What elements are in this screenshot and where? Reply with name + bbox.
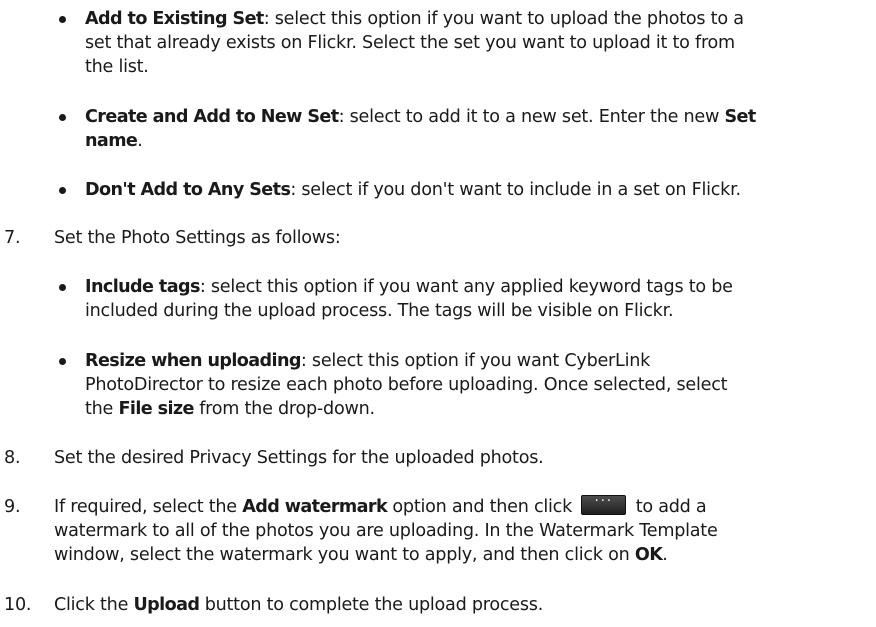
text-line: .	[662, 545, 668, 565]
list-item: Resize when uploading: select this optio…	[59, 349, 849, 421]
step-item: 10. Click the Upload button to complete …	[4, 593, 854, 617]
text-line: the	[85, 399, 119, 419]
text-line: from the drop-down.	[193, 399, 375, 419]
text-line: Click the	[54, 595, 134, 615]
text-line: button to complete the upload process.	[199, 595, 544, 615]
step-number: 9.	[4, 497, 21, 517]
option-term: Resize when uploading	[85, 351, 302, 371]
step-number: 10.	[4, 595, 32, 615]
option-term: Include tags	[85, 277, 200, 297]
list-item-text: Include tags: select this option if you …	[85, 275, 849, 323]
option-term: Add watermark	[242, 497, 388, 517]
bullet-icon	[59, 284, 66, 291]
step-text: Click the Upload button to complete the …	[54, 593, 854, 617]
list-item-text: Don't Add to Any Sets: select if you don…	[85, 178, 849, 202]
option-term: Don't Add to Any Sets	[85, 180, 291, 200]
bullet-icon	[59, 16, 66, 23]
more-options-button[interactable]: ···	[581, 494, 627, 515]
bullet-icon	[59, 358, 66, 365]
text-line: : select this option if you want CyberLi…	[300, 351, 651, 371]
list-item-text: Create and Add to New Set: select to add…	[85, 105, 849, 153]
list-item: Include tags: select this option if you …	[59, 275, 849, 323]
bullet-icon	[59, 114, 66, 121]
option-term: name	[85, 131, 138, 151]
text-line: PhotoDirector to resize each photo befor…	[85, 375, 728, 395]
text-line: window, select the watermark you want to…	[54, 545, 635, 565]
text-line: set that already exists on Flickr. Selec…	[85, 33, 735, 53]
option-term: OK	[634, 545, 663, 565]
step-number: 7.	[4, 228, 21, 248]
text-line: : select this option if you want any app…	[199, 277, 733, 297]
list-item: Create and Add to New Set: select to add…	[59, 105, 849, 153]
step-text: Set the Photo Settings as follows:	[54, 228, 341, 248]
option-term: Add to Existing Set	[85, 9, 264, 29]
text-line: If required, select the	[54, 497, 243, 517]
option-term: Set	[724, 107, 756, 127]
text-line: : select if you don't want to include in…	[290, 180, 741, 200]
bullet-icon	[59, 187, 66, 194]
text-line: watermark to all of the photos you are u…	[54, 521, 718, 541]
text-line: : select this option if you want to uplo…	[263, 9, 744, 29]
option-term: Upload	[133, 595, 200, 615]
step-item: 8. Set the desired Privacy Settings for …	[4, 446, 854, 470]
text-line: option and then click	[387, 497, 578, 517]
text-line: : select to add it to a new set. Enter t…	[338, 107, 725, 127]
ellipsis-icon: ···	[594, 494, 614, 509]
option-term: Create and Add to New Set	[85, 107, 339, 127]
step-text: Set the desired Privacy Settings for the…	[54, 448, 544, 468]
step-number: 8.	[4, 448, 21, 468]
text-line: the list.	[85, 57, 149, 77]
text-line: to add a	[630, 497, 707, 517]
list-item: Don't Add to Any Sets: select if you don…	[59, 178, 849, 202]
list-item-text: Add to Existing Set: select this option …	[85, 7, 849, 79]
option-term: File size	[118, 399, 194, 419]
list-item: Add to Existing Set: select this option …	[59, 7, 849, 79]
text-line: included during the upload process. The …	[85, 301, 674, 321]
list-item-text: Resize when uploading: select this optio…	[85, 349, 849, 421]
text-line: .	[137, 131, 143, 151]
step-text: If required, select the Add watermark op…	[54, 494, 854, 567]
step-item: 9. If required, select the Add watermark…	[4, 494, 854, 567]
step-item: 7. Set the Photo Settings as follows:	[4, 226, 854, 250]
